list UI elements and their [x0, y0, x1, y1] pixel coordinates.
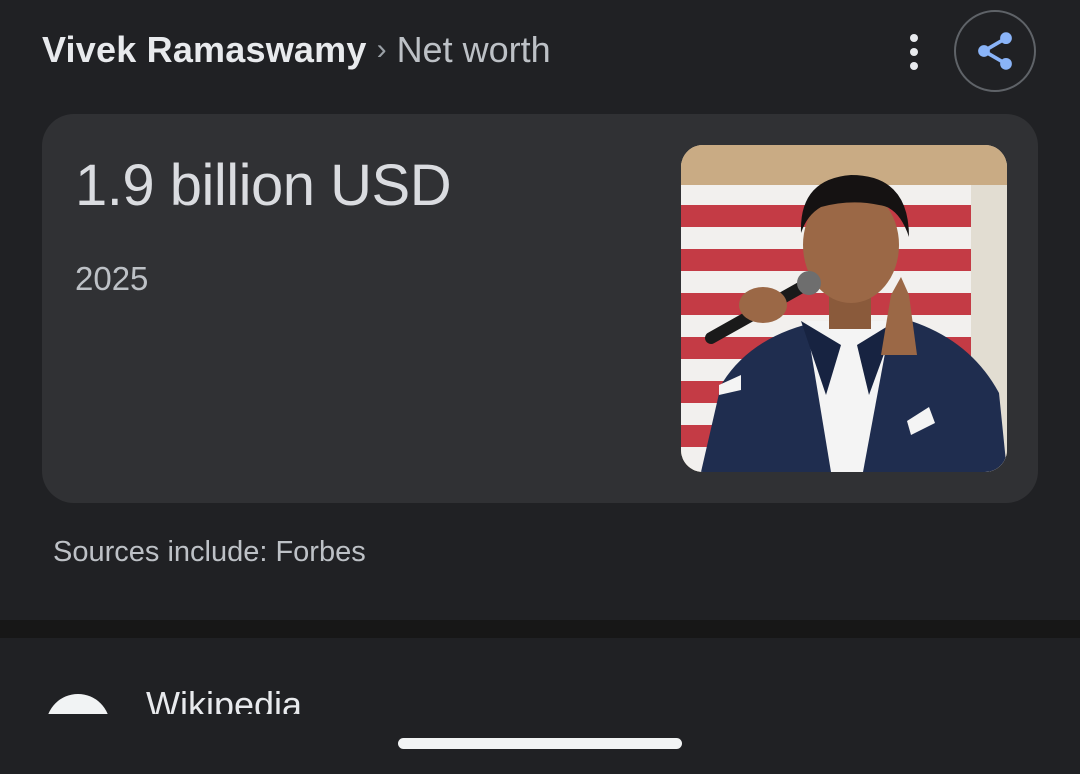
net-worth-value: 1.9 billion USD [75, 153, 452, 218]
more-vertical-icon [910, 34, 918, 42]
breadcrumb-separator: › [376, 33, 387, 66]
share-icon [978, 32, 1012, 70]
result-title[interactable]: Wikipedia [146, 684, 302, 714]
net-worth-year: 2025 [75, 260, 149, 297]
person-photo[interactable] [681, 145, 1007, 472]
top-bar: Vivek Ramaswamy › Net worth [0, 0, 1080, 104]
more-vertical-icon-dot [910, 48, 918, 56]
search-result-wikipedia[interactable]: Wikipedia [0, 638, 1080, 714]
section-divider [0, 620, 1080, 638]
home-indicator[interactable] [398, 738, 682, 749]
share-button[interactable] [954, 10, 1036, 92]
breadcrumb-entity-link[interactable]: Vivek Ramaswamy [42, 29, 367, 71]
navigation-bar [0, 714, 1080, 774]
net-worth-card[interactable]: 1.9 billion USD 2025 [42, 114, 1038, 503]
more-options-button[interactable] [896, 30, 932, 74]
breadcrumb: Vivek Ramaswamy › Net worth [42, 26, 551, 74]
wikipedia-favicon-icon [46, 694, 110, 714]
breadcrumb-attribute: Net worth [396, 29, 551, 70]
person-photo-illustration [681, 145, 1007, 472]
more-vertical-icon-dot [910, 62, 918, 70]
sources-text: Sources include: Forbes [53, 536, 366, 568]
